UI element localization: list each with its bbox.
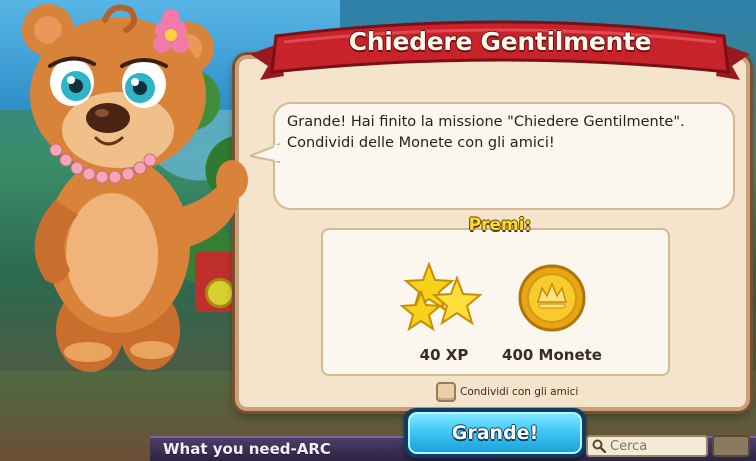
grande-button[interactable]: Grande! (404, 408, 586, 458)
search-input[interactable] (610, 438, 700, 454)
reward-coins-label: 400 Monete (502, 346, 602, 364)
reward-coins: 400 Monete (492, 262, 612, 364)
bear-character-icon (22, 4, 248, 372)
speech-bubble: Grande! Hai finito la missione "Chiedere… (273, 102, 735, 210)
grande-button-label: Grande! (451, 422, 539, 444)
reward-xp: 40 XP (384, 262, 504, 364)
gold-coin-icon (518, 264, 586, 332)
toolbar-right-button[interactable] (712, 435, 750, 457)
speech-bubble-tail (250, 142, 280, 164)
reward-xp-label: 40 XP (419, 346, 469, 364)
mission-message: Grande! Hai finito la missione "Chiedere… (287, 114, 685, 151)
share-checkbox-label: Condividi con gli amici (460, 386, 579, 398)
grande-button-face[interactable]: Grande! (408, 412, 582, 454)
rewards-heading: Premi: (468, 215, 532, 235)
share-checkbox[interactable] (436, 382, 456, 402)
title-ribbon: Chiedere Gentilmente (250, 14, 750, 80)
rewards-panel: 40 XP 400 Monete (321, 228, 670, 376)
share-row: Condividi con gli amici (436, 381, 578, 403)
dialog-title: Chiedere Gentilmente (348, 27, 652, 56)
search-icon (592, 439, 606, 453)
stars-icon (399, 262, 483, 332)
bottom-banner-text[interactable]: What you need-ARC (163, 440, 331, 458)
search-box[interactable] (586, 435, 708, 457)
